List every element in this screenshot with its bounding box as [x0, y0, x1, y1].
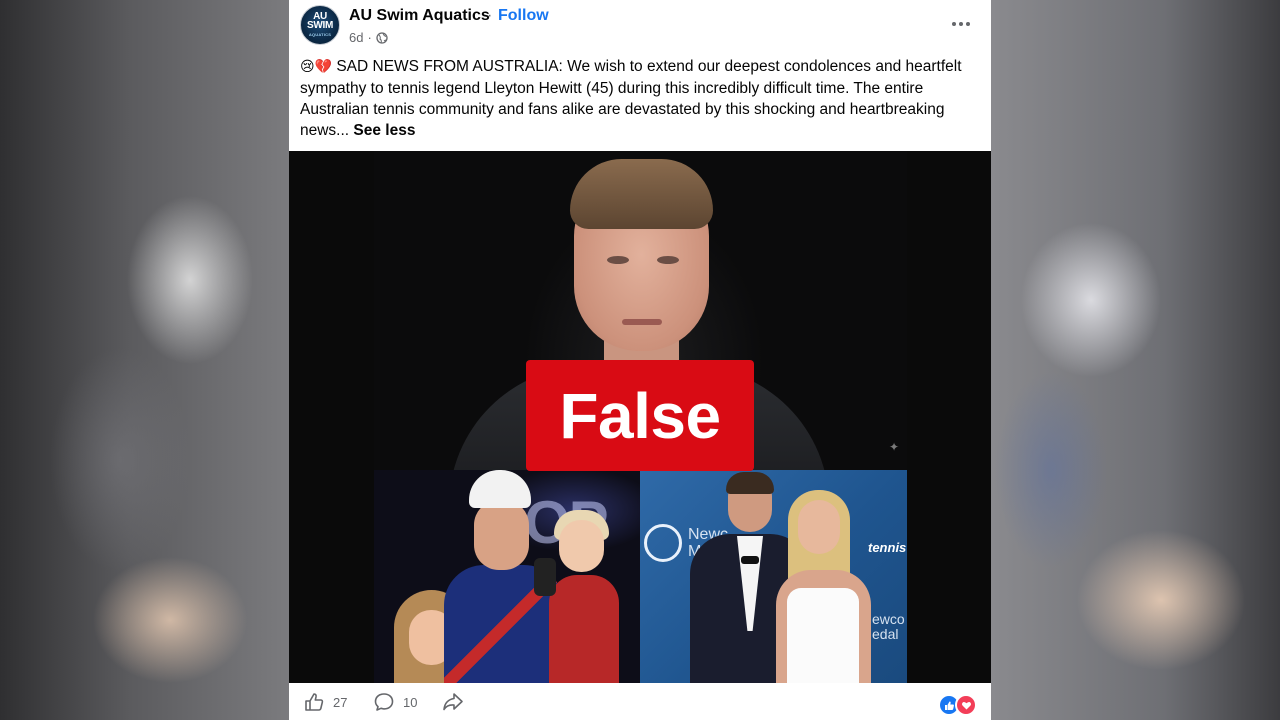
- reaction-summary[interactable]: [938, 694, 977, 716]
- post-image[interactable]: ✦ OP Newc Med tennis ewco edal: [289, 151, 991, 683]
- blurred-background-right: [991, 0, 1280, 720]
- facebook-post: AU SWIM AQUATICS AU Swim Aquatics · Foll…: [289, 0, 991, 720]
- page-avatar[interactable]: AU SWIM AQUATICS: [300, 5, 340, 45]
- like-icon: [305, 693, 324, 711]
- avatar-logo-line2: AQUATICS: [308, 31, 332, 37]
- see-less-link[interactable]: See less: [353, 122, 415, 139]
- comment-icon: [374, 693, 394, 711]
- backdrop-text-right: ewco edal: [872, 611, 905, 642]
- meta-dot: ·: [367, 30, 372, 45]
- couple-photo: Newc Med tennis ewco edal: [640, 470, 907, 683]
- comment-count: 10: [403, 694, 418, 710]
- blurred-background-left: [0, 0, 289, 720]
- share-button[interactable]: [441, 691, 465, 713]
- tennis-logo: tennis: [868, 540, 907, 555]
- post-time[interactable]: 6d: [349, 30, 363, 45]
- name-separator: ·: [487, 7, 493, 24]
- page-name-link[interactable]: AU Swim Aquatics: [349, 7, 490, 25]
- fact-check-false-badge: False: [526, 360, 754, 471]
- avatar-logo-line1: AU SWIM: [306, 10, 334, 31]
- emoji-icon: 😢💔: [300, 59, 333, 75]
- more-options-button[interactable]: [949, 12, 973, 36]
- love-reaction-icon: [955, 694, 977, 716]
- post-header: AU SWIM AQUATICS AU Swim Aquatics · Foll…: [289, 0, 991, 52]
- share-icon: [443, 693, 463, 711]
- post-body: 😢💔 SAD NEWS FROM AUSTRALIA: We wish to e…: [300, 56, 984, 141]
- sparkle-icon: ✦: [889, 440, 900, 454]
- family-photo: OP: [374, 470, 640, 683]
- more-icon: [952, 22, 956, 26]
- avatar-logo: AU SWIM AQUATICS: [301, 10, 339, 39]
- post-meta: 6d ·: [349, 30, 388, 45]
- follow-button[interactable]: Follow: [498, 7, 549, 25]
- like-button[interactable]: 27: [303, 691, 347, 713]
- medal-logo-icon: [644, 524, 682, 562]
- post-actions: 27 10: [289, 683, 991, 720]
- like-count: 27: [333, 694, 348, 710]
- globe-icon: [376, 31, 388, 44]
- false-label: False: [559, 379, 721, 452]
- comment-button[interactable]: 10: [373, 691, 417, 713]
